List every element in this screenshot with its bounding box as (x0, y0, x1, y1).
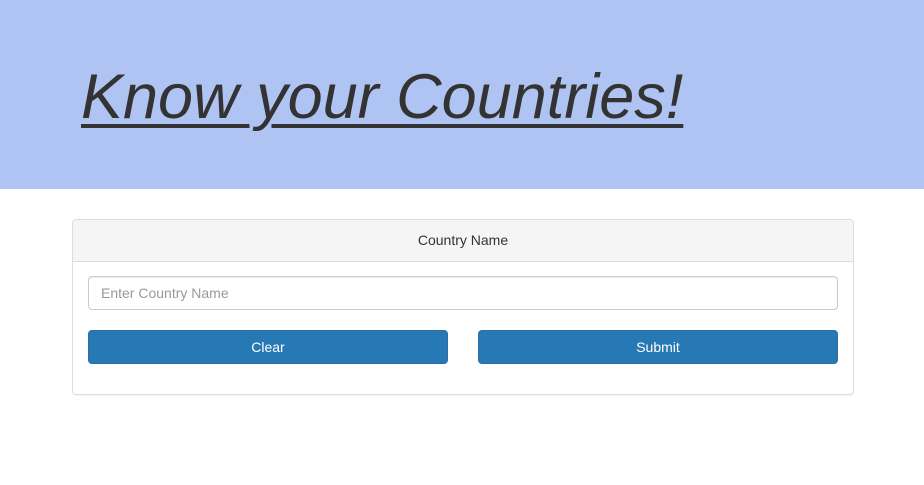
country-name-input[interactable] (88, 276, 838, 310)
clear-button[interactable]: Clear (88, 330, 448, 364)
country-search-panel: Country Name Clear Submit (72, 219, 854, 395)
panel-heading: Country Name (73, 220, 853, 262)
page-title-link[interactable]: Know your Countries! (81, 58, 683, 136)
header-banner: Know your Countries! (0, 0, 924, 189)
submit-button[interactable]: Submit (478, 330, 838, 364)
